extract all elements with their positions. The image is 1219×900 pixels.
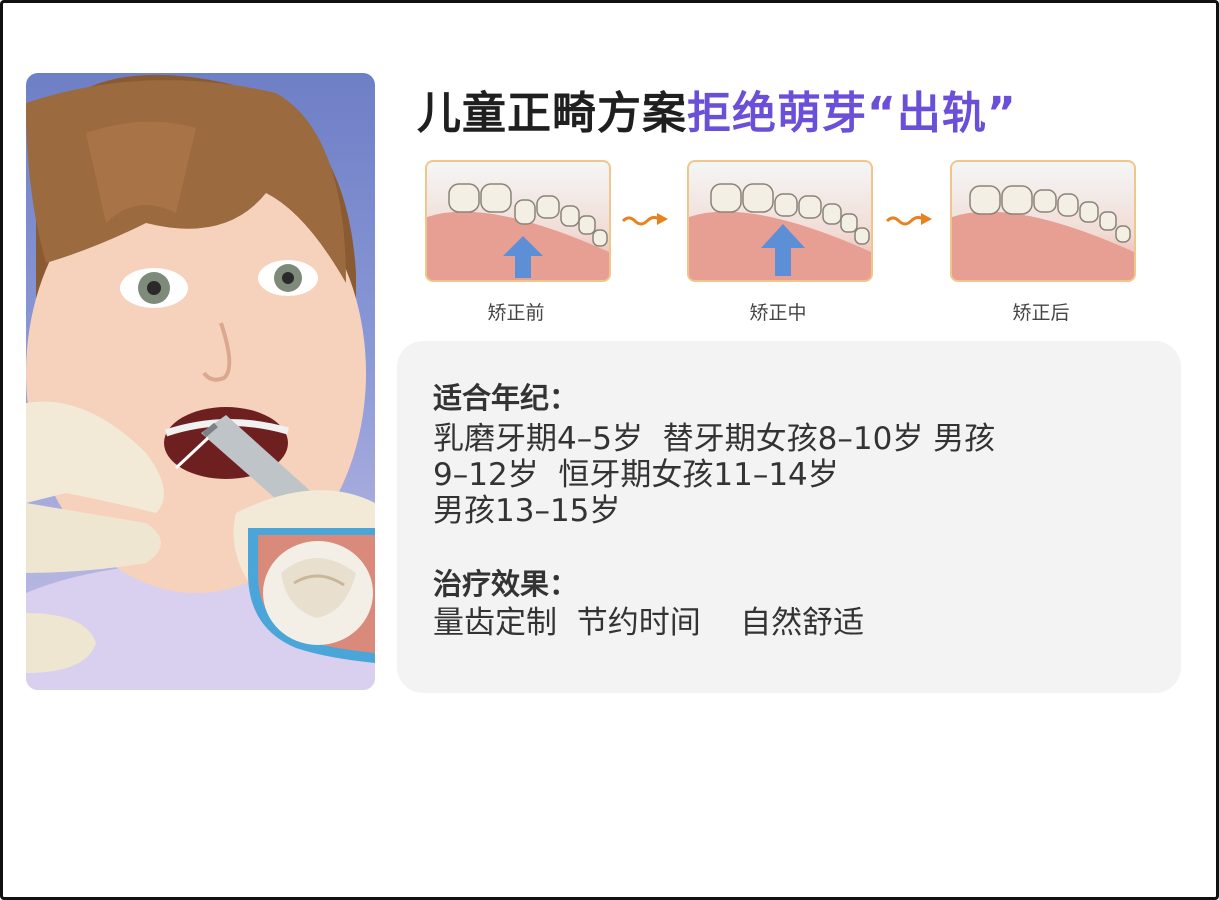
title-highlight: 拒绝萌芽“出轨” (687, 88, 1017, 139)
age-heading: 适合年纪： (433, 381, 579, 415)
stage-during-label: 矫正中 (749, 302, 807, 324)
title-main: 儿童正畸方案 (417, 88, 687, 139)
teeth-during-icon (689, 183, 871, 280)
arrow-right-icon (621, 213, 668, 226)
stage-before-label: 矫正前 (487, 302, 545, 324)
poster-frame: 儿童正畸方案拒绝萌芽“出轨” 矫正前 矫正中 矫正后 适合年纪： 乳磨牙期4–5… (0, 0, 1219, 900)
arrow-right-icon (885, 213, 932, 226)
teeth-after-icon (952, 185, 1134, 280)
info-panel: 适合年纪： 乳磨牙期4–5岁 替牙期女孩8–10岁 男孩 9–12岁 恒牙期女孩… (397, 341, 1181, 693)
teeth-before-icon (427, 183, 609, 280)
page-title: 儿童正畸方案拒绝萌芽“出轨” (417, 77, 1017, 141)
stage-after-image (950, 160, 1136, 282)
age-line: 男孩13–15岁 (433, 493, 621, 529)
stage-after-label: 矫正后 (1012, 302, 1070, 324)
stage-before-image (425, 160, 611, 282)
child-dental-illustration (26, 74, 375, 690)
effect-line: 量齿定制 节约时间 自然舒适 (433, 605, 865, 641)
stage-during-image (687, 160, 873, 282)
child-dental-photo (26, 73, 375, 690)
